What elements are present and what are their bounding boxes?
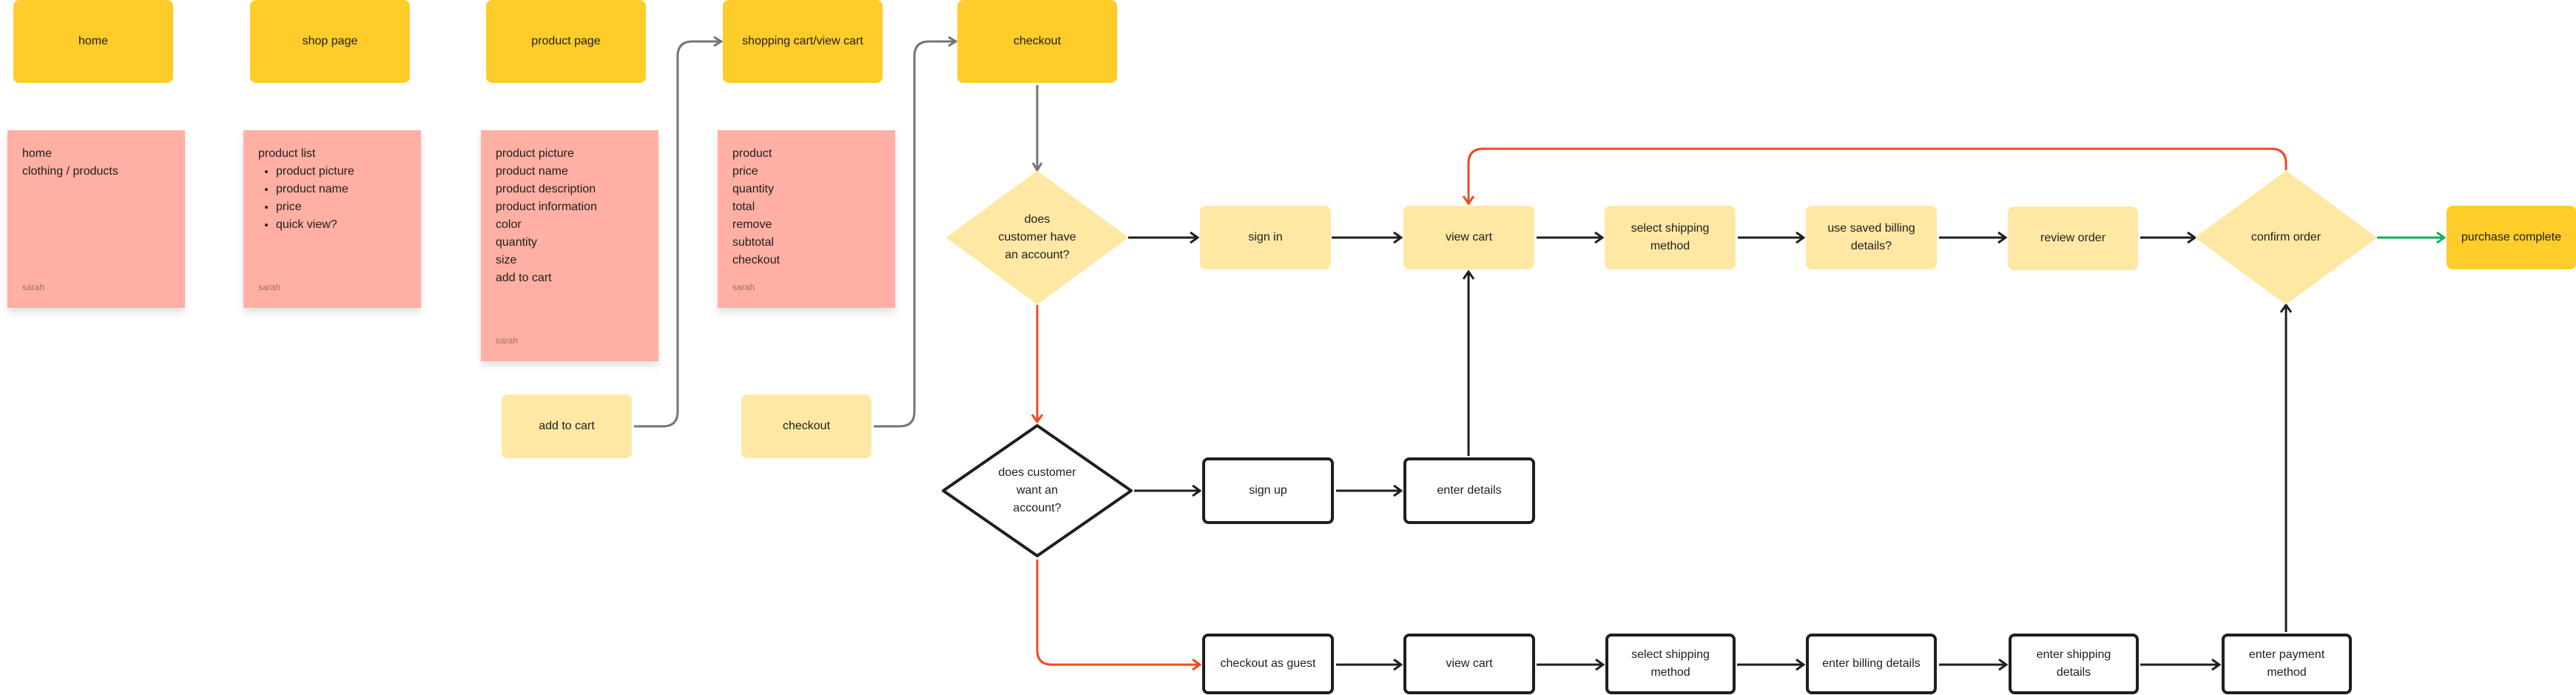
note-author: sarah — [258, 282, 281, 292]
note-line: home — [22, 147, 53, 160]
note-line: subtotal — [732, 236, 775, 249]
step-enter-payment[interactable]: enter payment method — [2222, 634, 2352, 694]
action-checkout[interactable]: checkout — [741, 394, 871, 458]
note-bullet: price — [276, 198, 406, 216]
step-view-cart[interactable]: view cart — [1403, 206, 1534, 269]
step-guest-select-shipping[interactable]: select shipping method — [1605, 634, 1736, 694]
note-bullet-list: product picture product name price quick… — [258, 163, 406, 234]
note-bullet: product picture — [276, 163, 406, 181]
step-enter-shipping-details[interactable]: enter shipping details — [2009, 634, 2139, 694]
note-line: quantity — [732, 183, 775, 195]
note-line: remove — [732, 218, 772, 231]
page-home[interactable]: home — [13, 0, 173, 83]
note-line: product description — [496, 183, 596, 195]
page-checkout[interactable]: checkout — [957, 0, 1117, 83]
note-author: sarah — [496, 335, 519, 346]
step-enter-billing[interactable]: enter billing details — [1806, 634, 1937, 694]
decision-wants-account-label: does customer want an account? — [998, 466, 1076, 514]
sticky-note-product[interactable]: product picture product name product des… — [481, 130, 658, 361]
note-line: product picture — [496, 147, 574, 160]
step-enter-details[interactable]: enter details — [1403, 457, 1535, 524]
note-bullet: quick view? — [276, 216, 406, 234]
note-author: sarah — [732, 282, 755, 292]
page-shop[interactable]: shop page — [250, 0, 410, 83]
step-review-order[interactable]: review order — [2008, 207, 2138, 270]
sticky-note-cart[interactable]: product price quantity total remove subt… — [718, 130, 895, 308]
decision-confirm-order-label: confirm order — [2250, 231, 2322, 244]
sticky-note-shop[interactable]: product list product picture product nam… — [243, 130, 421, 308]
step-purchase-complete[interactable]: purchase complete — [2447, 206, 2576, 269]
step-checkout-as-guest[interactable]: checkout as guest — [1202, 634, 1334, 694]
connectors-layer — [634, 0, 2576, 695]
connector-confirm-back-to-cart — [1469, 147, 2287, 204]
note-line: product name — [496, 165, 568, 178]
note-bullet: product name — [276, 181, 406, 198]
step-select-shipping[interactable]: select shipping method — [1605, 206, 1736, 269]
note-line: product information — [496, 201, 597, 213]
note-author: sarah — [22, 282, 45, 292]
step-use-saved-billing[interactable]: use saved billing details? — [1806, 206, 1937, 269]
page-cart[interactable]: shopping cart/view cart — [723, 0, 883, 83]
step-sign-up[interactable]: sign up — [1202, 457, 1334, 524]
action-add-to-cart[interactable]: add to cart — [502, 394, 632, 458]
decision-has-account-label: does customer have an account? — [998, 213, 1076, 261]
note-line: color — [496, 218, 522, 231]
note-line: clothing / products — [22, 165, 118, 178]
note-line: checkout — [732, 254, 780, 266]
note-line: add to cart — [496, 272, 552, 284]
note-heading: product list — [258, 147, 316, 160]
step-guest-view-cart[interactable]: view cart — [1403, 634, 1535, 694]
note-line: size — [496, 254, 517, 266]
note-line: product — [732, 147, 772, 160]
note-line: total — [732, 201, 755, 213]
note-line: quantity — [496, 236, 538, 249]
connector-no-guest — [1036, 560, 1200, 665]
note-line: price — [732, 165, 758, 178]
sticky-note-home[interactable]: home clothing / products sarah — [7, 130, 185, 308]
step-sign-in[interactable]: sign in — [1200, 206, 1331, 269]
page-product[interactable]: product page — [486, 0, 646, 83]
